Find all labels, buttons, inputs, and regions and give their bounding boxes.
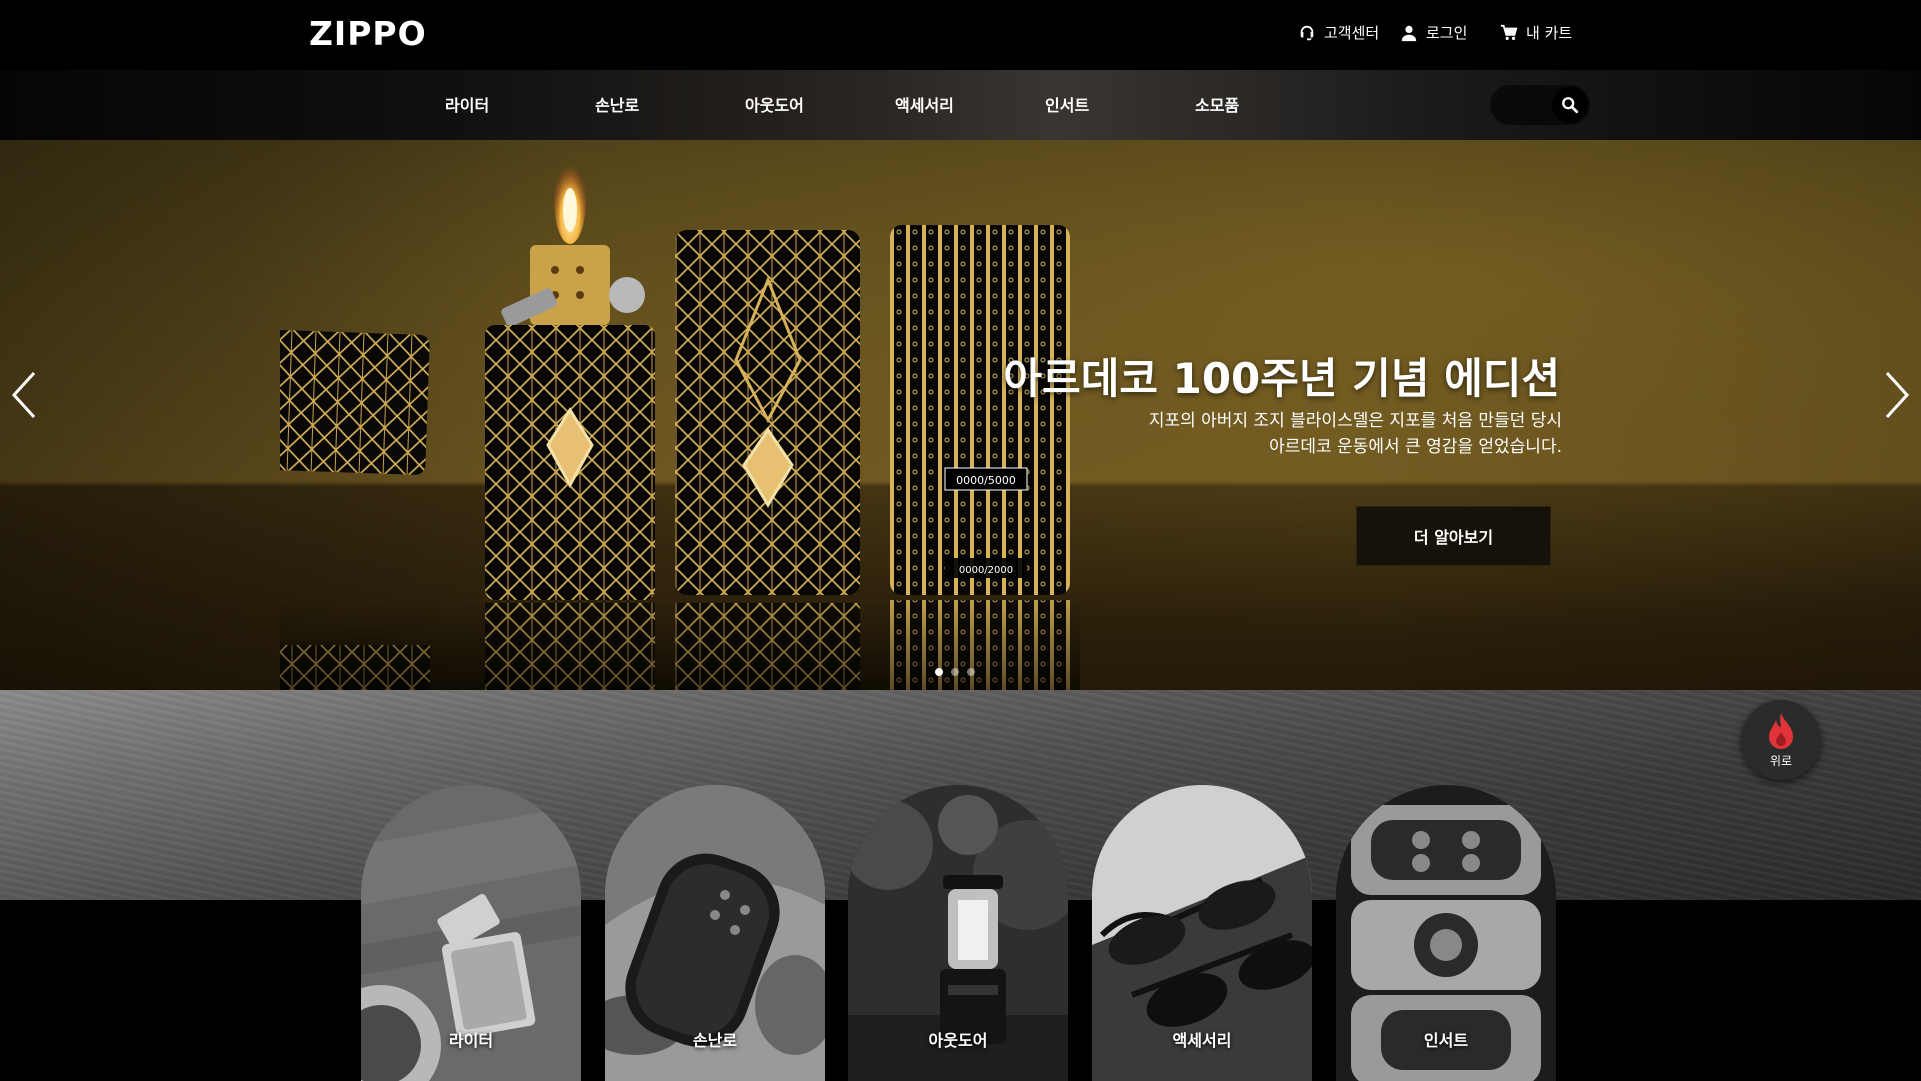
category-card-hand-warmer[interactable]: 손난로 (605, 785, 825, 1081)
nav-item-consumables[interactable]: 소모품 (1195, 92, 1239, 116)
cart-icon (1500, 24, 1518, 40)
nav-item-lighter[interactable]: 라이터 (445, 92, 489, 116)
nav-item-insert[interactable]: 인서트 (1045, 92, 1089, 116)
top-bar: ZIPPO 고객센터 로그인 내 카트 (0, 0, 1921, 70)
scroll-to-top-label: 위로 (1769, 753, 1793, 768)
slide-dot[interactable] (935, 668, 943, 676)
edition-number-reflection-label: 0000/2000 (959, 565, 1013, 576)
search-icon (1562, 97, 1579, 114)
category-card-accessory[interactable]: 액세서리 (1092, 785, 1312, 1081)
next-slide-arrow-icon[interactable] (1875, 365, 1915, 425)
category-card-outdoor[interactable]: 아웃도어 (848, 785, 1068, 1081)
slide-indicator (935, 668, 975, 676)
nav-item-hand-warmer[interactable]: 손난로 (595, 92, 639, 116)
search-button[interactable] (1552, 87, 1588, 123)
learn-more-button[interactable]: 더 알아보기 (1356, 506, 1551, 566)
hero-description-line-1: 지포의 아버지 조지 블라이스델은 지포를 처음 만들던 당시 (1148, 411, 1562, 431)
category-label-outdoor: 아웃도어 (928, 1031, 988, 1050)
search-box[interactable] (1490, 85, 1590, 125)
slide-dot[interactable] (951, 668, 959, 676)
art-deco-lighters-image: 0000/5000 0000/2000 (280, 160, 1080, 690)
edition-number-label: 0000/5000 (956, 474, 1016, 487)
nav-item-accessory[interactable]: 액세서리 (895, 92, 954, 116)
cart-label: 내 카트 (1526, 24, 1573, 42)
hero-description-line-2: 아르데코 운동에서 큰 영감을 얻었습니다. (1269, 437, 1562, 457)
scroll-to-top-button[interactable]: 위로 (1741, 700, 1821, 780)
slide-dot[interactable] (967, 668, 975, 676)
flame-icon (1769, 712, 1793, 749)
category-label-insert: 인서트 (1423, 1031, 1469, 1050)
category-card-lighter[interactable]: 라이터 (361, 785, 581, 1081)
customer-center-link[interactable]: 고객센터 (1298, 22, 1379, 43)
nav-item-outdoor[interactable]: 아웃도어 (745, 92, 804, 116)
zippo-logo[interactable]: ZIPPO (309, 14, 427, 53)
customer-center-label: 고객센터 (1324, 24, 1380, 42)
user-icon (1401, 25, 1417, 41)
hero-description: 지포의 아버지 조지 블라이스델은 지포를 처음 만들던 당시 아르데코 운동에… (1000, 408, 1562, 460)
hero-banner: 0000/5000 0000/2000 아르데코 100주년 기념 에디션 지포… (0, 140, 1921, 690)
cart-link[interactable]: 내 카트 (1500, 22, 1572, 43)
headset-icon (1300, 25, 1314, 40)
category-label-accessory: 액세서리 (1172, 1031, 1232, 1050)
login-link[interactable]: 로그인 (1400, 22, 1467, 43)
hero-title: 아르데코 100주년 기념 에디션 (1003, 354, 1560, 403)
login-label: 로그인 (1426, 24, 1468, 42)
main-nav: 라이터 손난로 아웃도어 액세서리 인서트 소모품 (0, 70, 1921, 140)
category-label-hand-warmer: 손난로 (692, 1031, 738, 1050)
category-label-lighter: 라이터 (448, 1031, 494, 1050)
category-card-insert[interactable]: 인서트 (1336, 785, 1556, 1081)
prev-slide-arrow-icon[interactable] (6, 365, 46, 425)
